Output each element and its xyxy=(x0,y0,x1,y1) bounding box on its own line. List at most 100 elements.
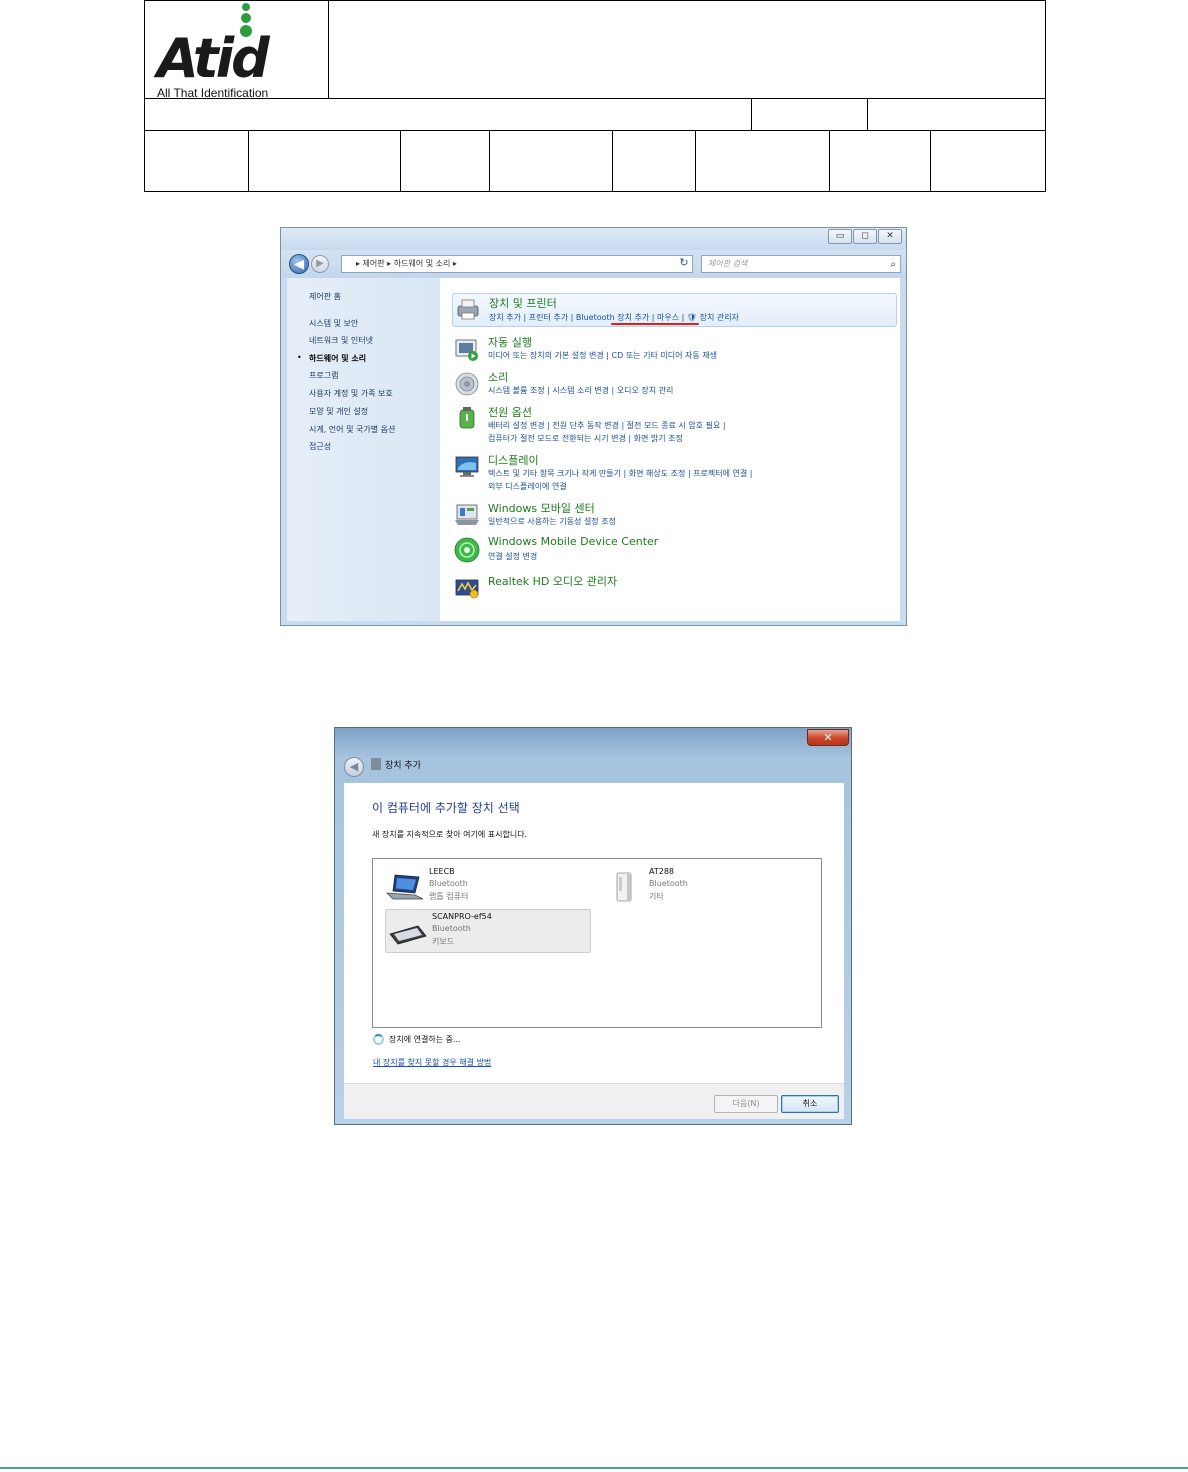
close-button[interactable]: ✕ xyxy=(878,229,902,244)
sidebar-item-network[interactable]: 네트워크 및 인터넷 xyxy=(309,335,373,346)
back-arrow-icon[interactable]: ◀ xyxy=(344,757,364,777)
keyboard-icon xyxy=(389,925,427,945)
category-links[interactable]: 컴퓨터가 절전 모드로 전환되는 시기 변경 | 화면 밝기 조정 xyxy=(488,433,683,444)
sidebar-item-hardware-sound[interactable]: 하드웨어 및 소리 xyxy=(309,353,366,364)
category-autoplay[interactable]: 자동 실행 미디어 또는 장치의 기본 설정 변경 | CD 또는 기타 미디어… xyxy=(452,334,897,364)
header-cell xyxy=(401,131,490,191)
category-devices-printers[interactable]: 장치 및 프린터 장치 추가 | 프린터 추가 | Bluetooth 장치 추… xyxy=(452,293,897,327)
address-bar[interactable]: ▸ 제어판 ▸ 하드웨어 및 소리 ▸ xyxy=(341,255,693,273)
device-list[interactable]: LEECB Bluetooth 랩톱 컴퓨터 AT288 Bluetooth 기… xyxy=(372,858,822,1028)
speaker-icon xyxy=(455,372,479,396)
category-links[interactable]: 배터리 설정 변경 | 전원 단추 동작 변경 | 절전 모드 종료 시 암호 … xyxy=(488,420,726,431)
sidebar: 제어판 홈 시스템 및 보안 네트워크 및 인터넷 • 하드웨어 및 소리 프로… xyxy=(287,278,440,621)
dialog-heading: 이 컴퓨터에 추가할 장치 선택 xyxy=(372,801,520,815)
header-cell xyxy=(249,131,401,191)
device-protocol: Bluetooth xyxy=(649,879,688,888)
list-item-at288[interactable]: AT288 Bluetooth 기타 xyxy=(603,865,809,909)
sidebar-item-system-security[interactable]: 시스템 및 보안 xyxy=(309,318,358,329)
category-title[interactable]: Realtek HD 오디오 관리자 xyxy=(488,573,617,589)
category-title[interactable]: Windows Mobile Device Center xyxy=(488,535,658,548)
device-name: LEECB xyxy=(429,867,455,876)
device-name: SCANPRO-ef54 xyxy=(432,912,492,921)
list-item-leecb[interactable]: LEECB Bluetooth 랩톱 컴퓨터 xyxy=(383,865,589,909)
autoplay-icon xyxy=(455,339,478,361)
sidebar-item-programs[interactable]: 프로그램 xyxy=(309,370,338,381)
category-links[interactable]: 장치 추가 | 프린터 추가 | Bluetooth 장치 추가 | 마우스 |… xyxy=(489,312,739,323)
device-type: 키보드 xyxy=(432,937,455,946)
company-logo: Atid xyxy=(157,27,270,90)
navigation-bar: ◀ ▶ ▸ 제어판 ▸ 하드웨어 및 소리 ▸ ↻ 제어판 검색 ⌕ xyxy=(281,250,906,278)
generic-device-icon xyxy=(616,872,632,902)
back-arrow-icon[interactable]: ◀ xyxy=(289,254,309,274)
search-placeholder: 제어판 검색 xyxy=(708,259,748,268)
mobility-center-icon xyxy=(455,504,479,525)
device-protocol: Bluetooth xyxy=(429,879,468,888)
help-link[interactable]: 내 장치를 찾지 못할 경우 해결 방법 xyxy=(373,1057,491,1068)
category-links[interactable]: 연결 설정 변경 xyxy=(488,551,537,562)
realtek-audio-icon xyxy=(455,579,479,599)
category-links[interactable]: 일반적으로 사용하는 기동성 설정 조정 xyxy=(488,516,616,527)
logo-cell: Atid All That Identification xyxy=(145,1,329,100)
header-row-1: Atid All That Identification xyxy=(145,1,1045,100)
highlight-underline xyxy=(611,323,699,325)
maximize-button[interactable]: ◻ xyxy=(853,229,877,244)
dialog-subtext: 새 장치를 지속적으로 찾아 여기에 표시합니다. xyxy=(372,830,528,839)
breadcrumb: ▸ 제어판 ▸ 하드웨어 및 소리 ▸ xyxy=(356,259,457,268)
dialog-body: 이 컴퓨터에 추가할 장치 선택 새 장치를 지속적으로 찾아 여기에 표시합니… xyxy=(344,783,844,1083)
title-bar: ▭ ◻ ✕ xyxy=(281,228,906,250)
sidebar-item-clock-region[interactable]: 시계, 언어 및 국가별 옵션 xyxy=(309,424,395,435)
status-text: 장치에 연결하는 중... xyxy=(389,1035,461,1044)
device-protocol: Bluetooth xyxy=(432,924,471,933)
dialog-title: 장치 추가 xyxy=(371,758,421,771)
refresh-icon[interactable]: ↻ xyxy=(675,255,693,273)
category-title[interactable]: Windows 모바일 센터 xyxy=(488,500,595,516)
header-cell xyxy=(145,99,752,130)
category-title[interactable]: 전원 옵션 xyxy=(488,404,532,420)
search-input[interactable]: 제어판 검색 ⌕ xyxy=(701,255,901,273)
header-cell xyxy=(696,131,830,191)
category-title[interactable]: 장치 및 프린터 xyxy=(489,295,557,311)
sidebar-item-appearance[interactable]: 모양 및 개인 설정 xyxy=(309,406,368,417)
minimize-button[interactable]: ▭ xyxy=(828,229,852,244)
power-icon xyxy=(459,407,475,429)
category-mobility-center[interactable]: Windows 모바일 센터 일반적으로 사용하는 기동성 설정 조정 xyxy=(452,500,897,530)
category-title[interactable]: 소리 xyxy=(488,369,508,385)
dialog-title-text: 장치 추가 xyxy=(385,761,421,771)
next-button[interactable]: 다음(N) xyxy=(714,1095,778,1113)
device-name: AT288 xyxy=(649,867,675,876)
device-center-icon xyxy=(454,537,480,563)
cancel-button[interactable]: 취소 xyxy=(781,1095,839,1113)
list-item-scanpro[interactable]: SCANPRO-ef54 Bluetooth 키보드 xyxy=(385,909,591,953)
add-device-dialog: ✕ ◀ 장치 추가 이 컴퓨터에 추가할 장치 선택 새 장치를 지속적으로 찾… xyxy=(334,727,852,1125)
display-icon xyxy=(455,456,479,477)
header-row-3 xyxy=(145,131,1045,191)
category-links[interactable]: 텍스트 및 기타 항목 크기나 작게 만들기 | 화면 해상도 조정 | 프로젝… xyxy=(488,468,753,479)
sidebar-item-user-accounts[interactable]: 사용자 계정 및 가족 보호 xyxy=(309,388,393,399)
category-links[interactable]: 외부 디스플레이에 연결 xyxy=(488,481,567,492)
search-icon[interactable]: ⌕ xyxy=(890,257,896,273)
sidebar-item-accessibility[interactable]: 접근성 xyxy=(309,441,331,452)
category-sound[interactable]: 소리 시스템 볼륨 조정 | 시스템 소리 변경 | 오디오 장치 관리 xyxy=(452,369,897,399)
header-cell xyxy=(830,131,931,191)
header-cell xyxy=(752,99,868,130)
category-links[interactable]: 시스템 볼륨 조정 | 시스템 소리 변경 | 오디오 장치 관리 xyxy=(488,385,673,396)
category-links[interactable]: 미디어 또는 장치의 기본 설정 변경 | CD 또는 기타 미디어 자동 재생 xyxy=(488,350,717,361)
header-row-2 xyxy=(145,99,1045,131)
close-button[interactable]: ✕ xyxy=(807,729,849,746)
control-panel-window: ▭ ◻ ✕ ◀ ▶ ▸ 제어판 ▸ 하드웨어 및 소리 ▸ ↻ 제어판 검색 ⌕… xyxy=(280,227,907,626)
document-header-table: Atid All That Identification xyxy=(144,0,1046,192)
category-power-options[interactable]: 전원 옵션 배터리 설정 변경 | 전원 단추 동작 변경 | 절전 모드 종료… xyxy=(452,404,897,446)
header-cell xyxy=(490,131,613,191)
device-type: 랩톱 컴퓨터 xyxy=(429,892,469,901)
add-device-icon xyxy=(371,758,381,770)
forward-arrow-icon[interactable]: ▶ xyxy=(311,255,329,273)
logo-tagline: All That Identification xyxy=(157,86,269,100)
header-cell xyxy=(145,131,249,191)
category-mobile-device-center[interactable]: Windows Mobile Device Center 연결 설정 변경 xyxy=(452,535,897,565)
category-display[interactable]: 디스플레이 텍스트 및 기타 항목 크기나 작게 만들기 | 화면 해상도 조정… xyxy=(452,452,897,494)
category-title[interactable]: 디스플레이 xyxy=(488,452,539,468)
sidebar-item-home[interactable]: 제어판 홈 xyxy=(309,291,341,302)
category-realtek-audio[interactable]: Realtek HD 오디오 관리자 xyxy=(452,573,897,599)
category-title[interactable]: 자동 실행 xyxy=(488,334,532,350)
window-controls: ▭ ◻ ✕ xyxy=(827,229,902,244)
